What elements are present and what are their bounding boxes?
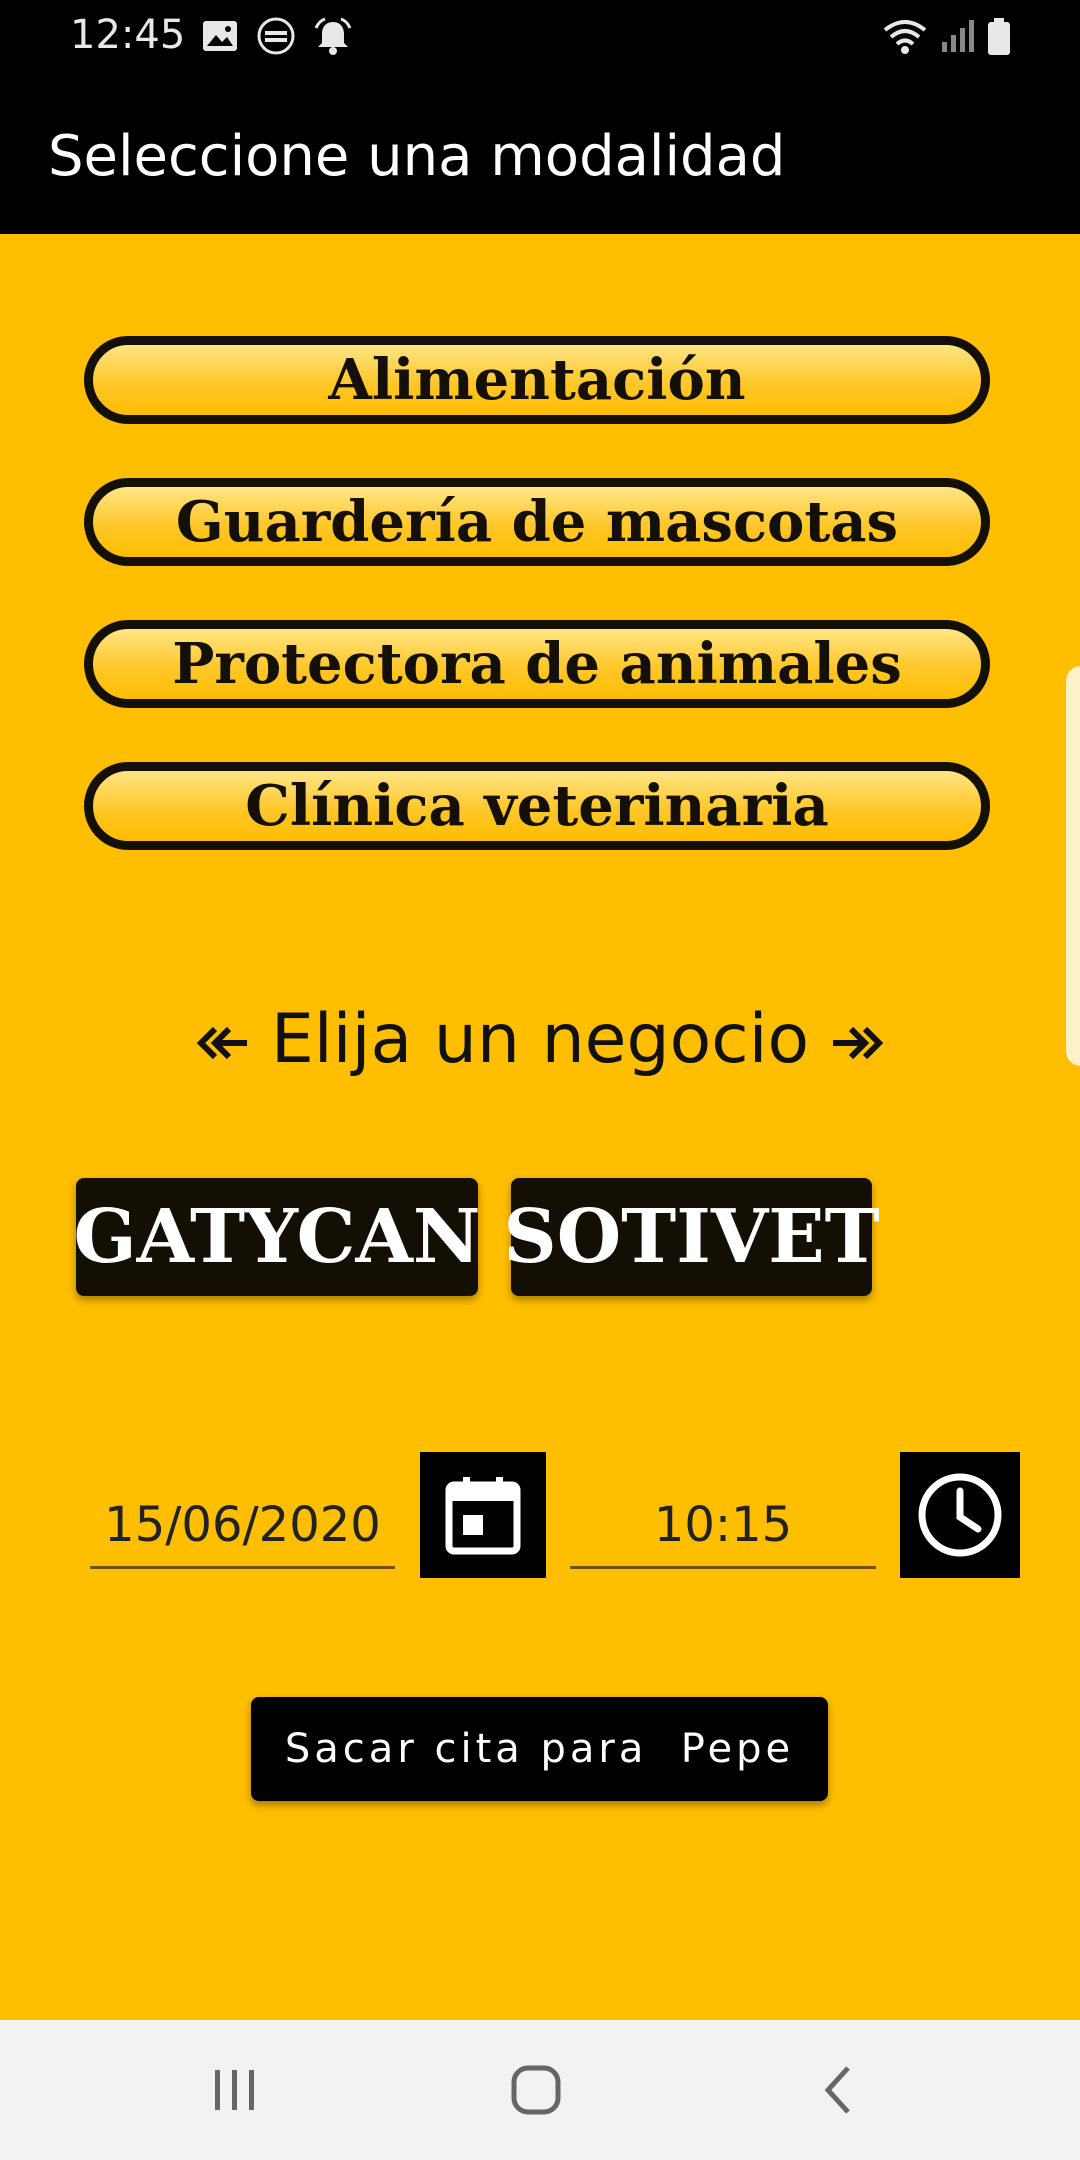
time-picker-button[interactable] <box>900 1452 1020 1578</box>
business-label: GATYCAN <box>73 1194 481 1280</box>
status-time: 12:45 <box>70 12 186 58</box>
business-button-gatycan[interactable]: GATYCAN <box>73 1178 481 1296</box>
modality-button-clinica[interactable]: Clínica veterinaria <box>84 762 990 850</box>
back-button[interactable] <box>800 2060 880 2120</box>
recent-apps-button[interactable] <box>195 2060 275 2120</box>
modality-label: Protectora de animales <box>172 631 902 697</box>
alarm-icon <box>314 17 352 55</box>
app-bar: Seleccione una modalidad <box>0 72 1080 234</box>
double-arrow-left-icon <box>196 1027 247 1060</box>
burger-king-icon <box>257 17 295 55</box>
modality-label: Alimentación <box>328 347 746 413</box>
book-appointment-label: Sacar cita para Pepe <box>284 1726 795 1772</box>
modality-button-protectora[interactable]: Protectora de animales <box>84 620 990 708</box>
page-title: Seleccione una modalidad <box>48 124 786 189</box>
back-icon <box>824 2066 850 2114</box>
signal-icon <box>942 20 974 52</box>
date-field[interactable]: 15/06/2020 <box>90 1490 395 1569</box>
scroll-edge-indicator <box>1066 666 1080 1066</box>
business-header: Elija un negocio <box>0 1000 1080 1079</box>
navigation-bar <box>0 2020 1080 2160</box>
wifi-icon <box>883 20 927 54</box>
business-header-label: Elija un negocio <box>270 1000 810 1079</box>
recent-apps-icon <box>215 2070 254 2110</box>
business-button-sotivet[interactable]: SOTIVET <box>503 1178 880 1296</box>
modality-button-alimentacion[interactable]: Alimentación <box>84 336 990 424</box>
image-icon <box>203 21 237 51</box>
status-bar: 12:45 <box>0 0 1080 72</box>
calendar-icon <box>445 1477 521 1555</box>
time-field[interactable]: 10:15 <box>570 1490 876 1569</box>
modality-label: Clínica veterinaria <box>245 773 829 839</box>
home-icon <box>511 2065 561 2115</box>
business-label: SOTIVET <box>503 1194 880 1280</box>
modality-button-guarderia[interactable]: Guardería de mascotas <box>84 478 990 566</box>
clock-icon <box>918 1473 1002 1557</box>
book-appointment-button[interactable]: Sacar cita para Pepe <box>251 1697 828 1801</box>
double-arrow-right-icon <box>833 1027 884 1060</box>
battery-icon <box>988 18 1010 55</box>
home-button[interactable] <box>497 2060 577 2120</box>
modality-label: Guardería de mascotas <box>175 489 899 555</box>
date-picker-button[interactable] <box>420 1452 546 1578</box>
